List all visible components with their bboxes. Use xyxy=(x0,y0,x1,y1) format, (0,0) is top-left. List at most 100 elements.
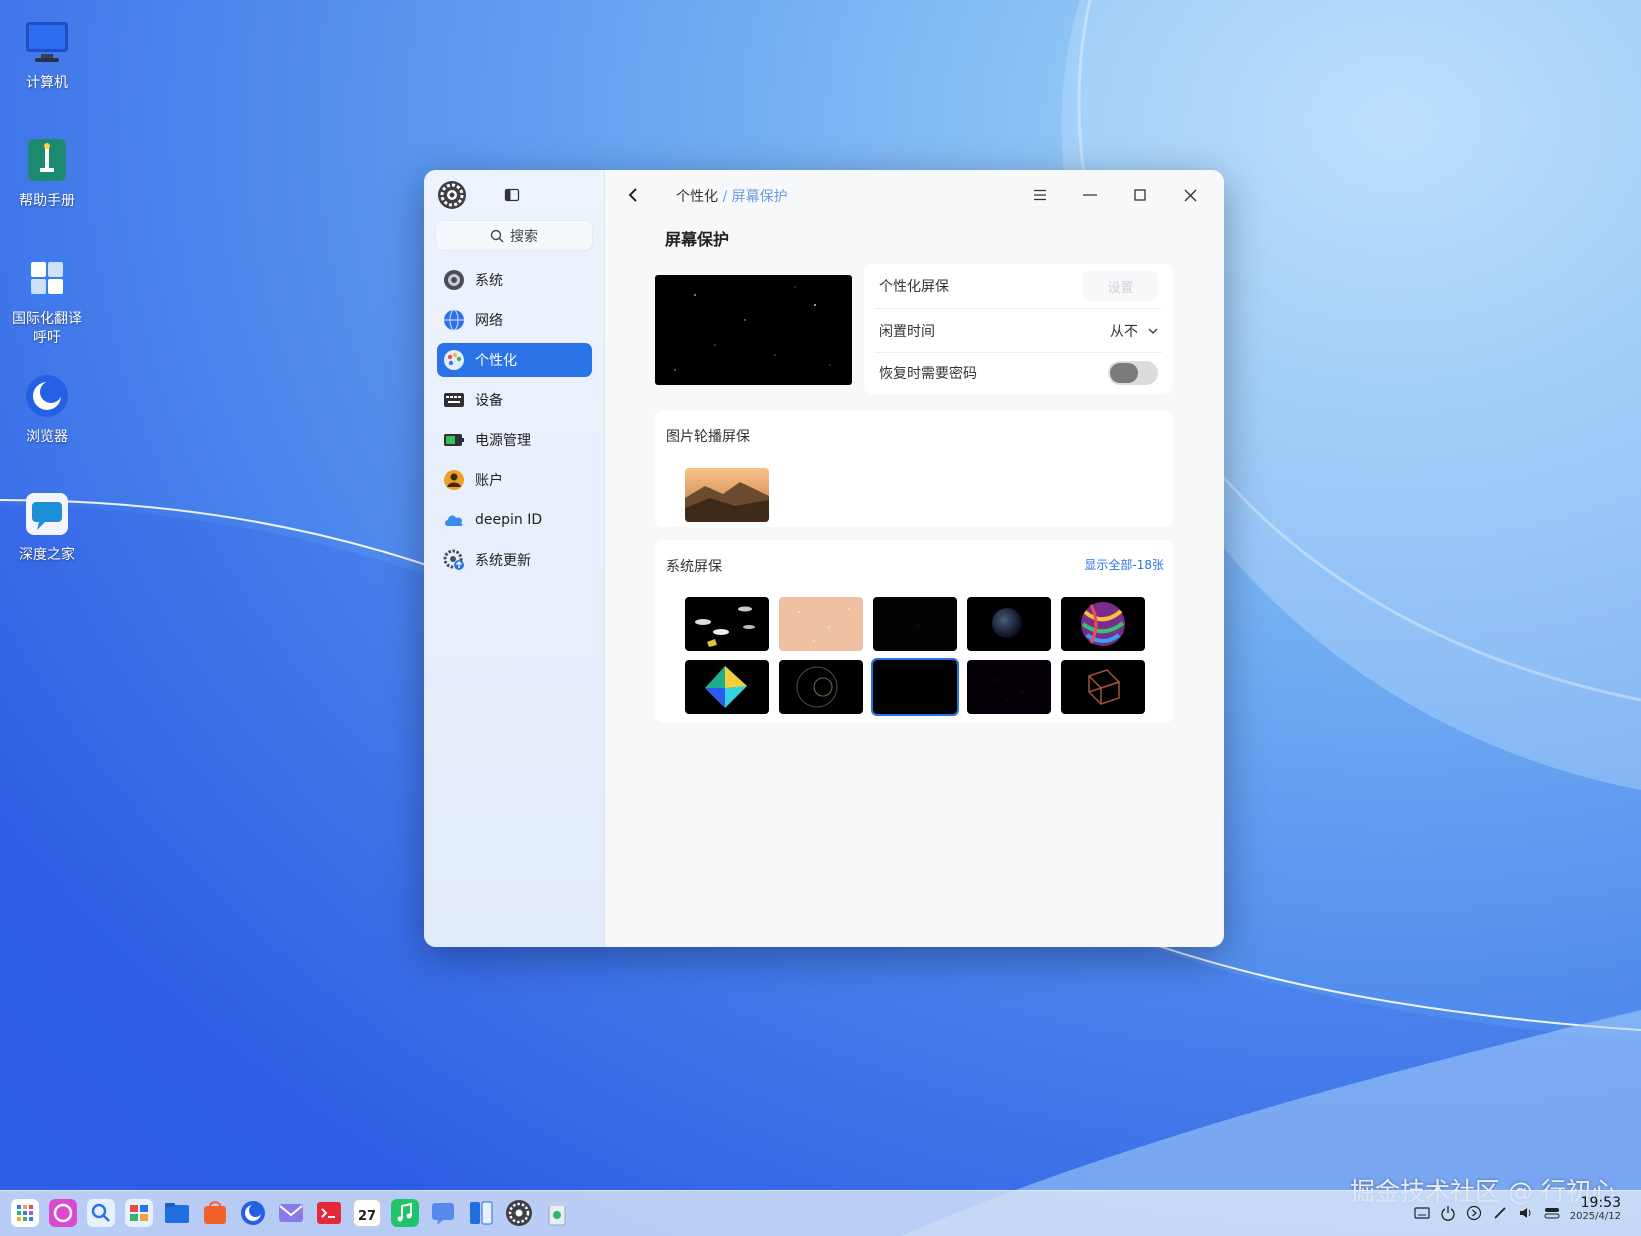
multitask-view-icon[interactable] xyxy=(125,1199,153,1227)
sidebar-item-personalization[interactable]: 个性化 xyxy=(437,343,592,377)
update-icon xyxy=(443,549,464,570)
desktop-icon-label: 计算机 xyxy=(26,75,68,91)
page-title: 屏幕保护 xyxy=(665,230,730,249)
sidebar-item-deepin-id[interactable]: deepin ID xyxy=(437,503,592,537)
taskbar: 27 19:53 2025/4/12 xyxy=(0,1190,1641,1236)
main-panel: 个性化 / 屏幕保护 屏幕保护 个性化屏保 设置 闲置时间 从不 恢复时需要密码… xyxy=(605,170,1224,947)
titlebar: 个性化 / 屏幕保护 xyxy=(605,170,1224,220)
mail-icon[interactable] xyxy=(277,1199,305,1227)
volume-icon[interactable] xyxy=(1518,1205,1534,1221)
screensaver-thumb-3[interactable] xyxy=(873,597,957,651)
desktop-icon-deepin-home[interactable]: 深度之家 xyxy=(6,490,88,565)
sidebar-item-account[interactable]: 账户 xyxy=(437,463,592,497)
rings-image xyxy=(796,666,838,708)
sidebar-item-devices[interactable]: 设备 xyxy=(437,383,592,417)
search-input[interactable]: 搜索 xyxy=(435,220,593,251)
sidebar-item-power[interactable]: 电源管理 xyxy=(437,423,592,457)
sidebar-item-label: 系统 xyxy=(475,273,503,289)
toggle-settings-icon[interactable] xyxy=(1544,1205,1560,1221)
screensaver-thumb-6[interactable] xyxy=(685,660,769,714)
screensaver-thumb-1[interactable] xyxy=(685,597,769,651)
faint-nebula-image xyxy=(996,679,1023,701)
sidebar-item-label: 系统更新 xyxy=(475,553,531,569)
device-icon xyxy=(444,393,464,407)
browser-icon xyxy=(26,375,68,417)
password-row: 恢复时需要密码 xyxy=(875,352,1162,392)
search-app-icon[interactable] xyxy=(87,1199,115,1227)
sidebar-item-label: 电源管理 xyxy=(475,433,531,449)
ai-assistant-icon[interactable] xyxy=(49,1199,77,1227)
sidebar-item-label: 个性化 xyxy=(475,353,517,369)
screensaver-thumb-9[interactable] xyxy=(967,660,1051,714)
terminal-icon[interactable] xyxy=(315,1199,343,1227)
slideshow-section: 图片轮播屏保 xyxy=(655,410,1173,527)
password-toggle[interactable] xyxy=(1108,360,1158,385)
dark-particles-image xyxy=(917,624,934,636)
colorful-sphere-image xyxy=(1081,602,1125,646)
music-icon[interactable] xyxy=(391,1199,419,1227)
screensaver-thumb-7[interactable] xyxy=(779,660,863,714)
screensaver-thumb-4[interactable] xyxy=(967,597,1051,651)
app-store-icon[interactable] xyxy=(201,1199,229,1227)
sidebar-item-network[interactable]: 网络 xyxy=(437,303,592,337)
sidebar-nav: 系统 网络 个性化 设备 电源管理 账户 deepin ID 系统更新 xyxy=(437,263,592,583)
trash-icon[interactable] xyxy=(543,1199,571,1227)
custom-screensaver-settings-button[interactable]: 设置 xyxy=(1083,271,1158,301)
idle-time-value: 从不 xyxy=(1110,323,1138,340)
peach-particles-image xyxy=(798,608,850,642)
close-button[interactable] xyxy=(1179,184,1201,206)
desktop-icon-browser[interactable]: 浏览器 xyxy=(6,372,88,447)
back-arrow-icon[interactable] xyxy=(625,186,641,204)
desktop-icon-label: 国际化翻译 呼吁 xyxy=(12,311,82,346)
sidebar-item-system[interactable]: 系统 xyxy=(437,263,592,297)
desktop-icon-help-manual[interactable]: 帮助手册 xyxy=(6,136,88,211)
wireframe-cube-image xyxy=(1087,669,1121,705)
computer-icon xyxy=(26,22,68,62)
minimize-icon xyxy=(1083,194,1097,196)
power-button-icon[interactable] xyxy=(1440,1205,1456,1221)
desktop-icon-label: 深度之家 xyxy=(19,547,75,563)
minimize-button[interactable] xyxy=(1079,184,1101,206)
control-center-taskbar-icon[interactable] xyxy=(505,1199,533,1227)
launcher-icon[interactable] xyxy=(11,1199,39,1227)
search-icon xyxy=(490,229,504,242)
maximize-button[interactable] xyxy=(1129,184,1151,206)
translation-icon xyxy=(26,257,68,299)
browser-taskbar-icon[interactable] xyxy=(239,1199,267,1227)
calendar-icon[interactable]: 27 xyxy=(353,1199,381,1227)
clock[interactable]: 19:53 2025/4/12 xyxy=(1570,1195,1621,1222)
chat-app-icon[interactable] xyxy=(429,1199,457,1227)
media-play-icon[interactable] xyxy=(1466,1205,1482,1221)
sidebar-item-update[interactable]: 系统更新 xyxy=(437,543,592,577)
chevron-down-icon xyxy=(1148,328,1158,334)
keyboard-layout-icon[interactable] xyxy=(1414,1205,1430,1221)
sidebar-item-label: 设备 xyxy=(475,393,503,409)
pen-tool-icon[interactable] xyxy=(1492,1205,1508,1221)
screensaver-thumb-8[interactable] xyxy=(871,658,959,716)
menu-button[interactable] xyxy=(1029,184,1051,206)
help-manual-icon xyxy=(28,139,66,181)
sidebar-toggle-icon[interactable] xyxy=(504,187,520,203)
starfield-preview-image xyxy=(674,286,831,371)
mountain-sunset-image xyxy=(685,468,769,522)
close-icon xyxy=(1184,189,1196,201)
black-screensaver-image xyxy=(873,660,957,714)
desktop-icon-computer[interactable]: 计算机 xyxy=(6,18,88,93)
desktop-icon-translation[interactable]: 国际化翻译 呼吁 xyxy=(6,254,88,348)
clock-time: 19:53 xyxy=(1580,1195,1621,1211)
file-manager-icon[interactable] xyxy=(163,1199,191,1227)
prism-image xyxy=(705,666,747,708)
idle-time-row: 闲置时间 从不 xyxy=(875,308,1162,352)
breadcrumb-parent[interactable]: 个性化 xyxy=(676,189,718,205)
screensaver-thumb-10[interactable] xyxy=(1061,660,1145,714)
idle-time-dropdown[interactable]: 从不 xyxy=(1110,321,1158,341)
show-all-link[interactable]: 显示全部-18张 xyxy=(1084,556,1164,573)
slideshow-thumbnail[interactable] xyxy=(685,468,769,522)
screensaver-thumb-2[interactable] xyxy=(779,597,863,651)
breadcrumb-separator: / xyxy=(722,189,728,205)
custom-screensaver-row: 个性化屏保 设置 xyxy=(875,264,1162,308)
password-label: 恢复时需要密码 xyxy=(879,365,977,382)
device-manager-icon[interactable] xyxy=(467,1199,495,1227)
screensaver-thumb-5[interactable] xyxy=(1061,597,1145,651)
custom-screensaver-label: 个性化屏保 xyxy=(879,279,949,295)
